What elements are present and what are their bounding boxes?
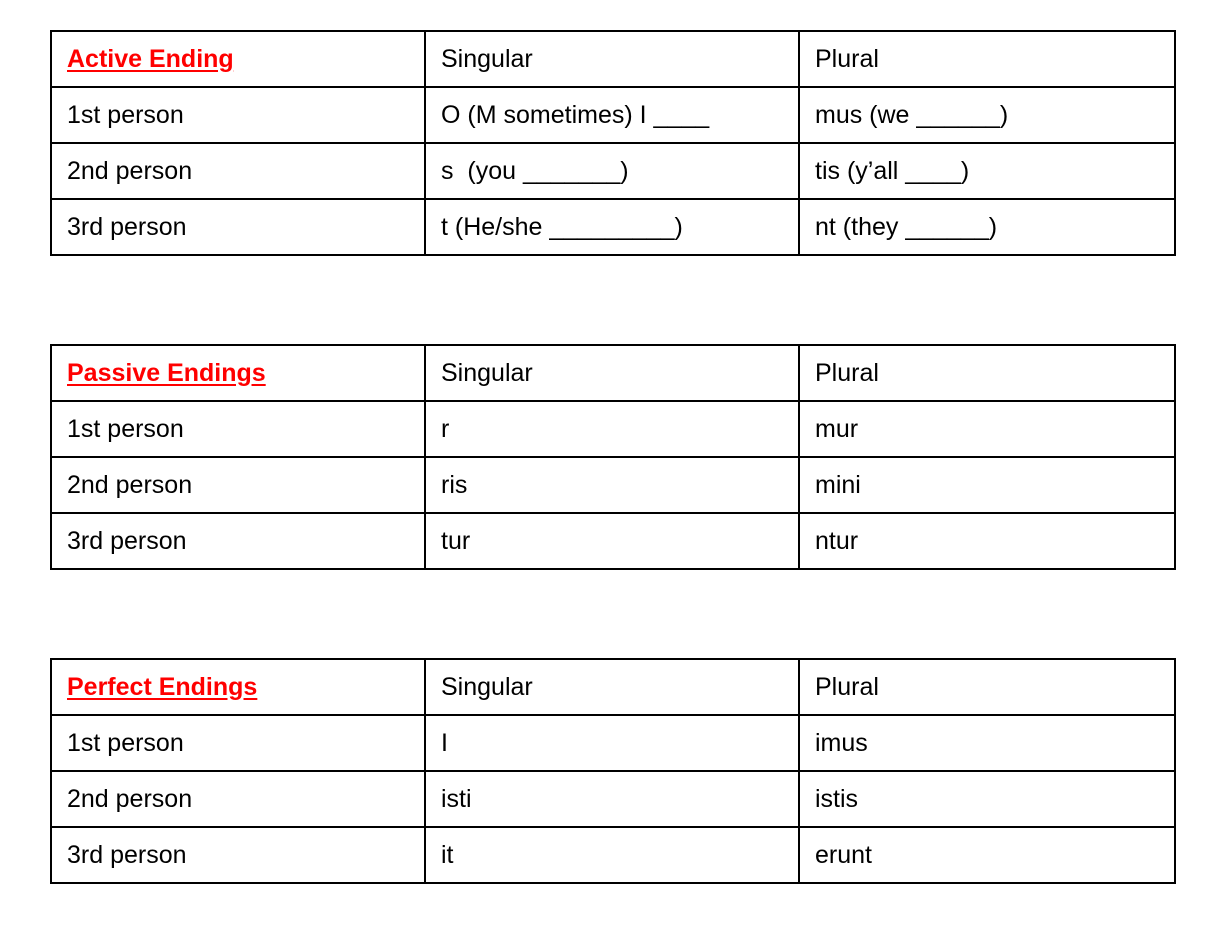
table-row: 2nd person isti istis (50, 770, 1176, 828)
person-cell: 3rd person (50, 826, 426, 884)
person-cell: 1st person (50, 400, 426, 458)
person-cell: 1st person (50, 86, 426, 144)
singular-cell: I (424, 714, 800, 772)
table-title: Passive Endings (67, 358, 266, 387)
singular-cell: it (424, 826, 800, 884)
table-title: Perfect Endings (67, 672, 258, 701)
singular-cell: t (He/she _________) (424, 198, 800, 256)
person-cell: 2nd person (50, 142, 426, 200)
table-row: 3rd person tur ntur (50, 512, 1176, 570)
plural-cell: mur (798, 400, 1176, 458)
plural-cell: tis (y’all ____) (798, 142, 1176, 200)
table-title-cell: Perfect Endings (50, 658, 426, 716)
column-header-plural: Plural (798, 30, 1176, 88)
person-cell: 3rd person (50, 198, 426, 256)
plural-cell: ntur (798, 512, 1176, 570)
table-title: Active Ending (67, 44, 234, 73)
table-row: 3rd person t (He/she _________) nt (they… (50, 198, 1176, 256)
plural-cell: erunt (798, 826, 1176, 884)
table-row: 1st person r mur (50, 400, 1176, 458)
table-row: 2nd person s (you _______) tis (y’all __… (50, 142, 1176, 200)
table-title-cell: Active Ending (50, 30, 426, 88)
column-header-singular: Singular (424, 30, 800, 88)
column-header-plural: Plural (798, 344, 1176, 402)
table-header-row: Active Ending Singular Plural (50, 30, 1176, 88)
table-title-cell: Passive Endings (50, 344, 426, 402)
plural-cell: nt (they ______) (798, 198, 1176, 256)
column-header-plural: Plural (798, 658, 1176, 716)
singular-cell: ris (424, 456, 800, 514)
person-cell: 1st person (50, 714, 426, 772)
singular-cell: tur (424, 512, 800, 570)
plural-cell: mus (we ______) (798, 86, 1176, 144)
singular-cell: O (M sometimes) I ____ (424, 86, 800, 144)
table-row: 3rd person it erunt (50, 826, 1176, 884)
person-cell: 3rd person (50, 512, 426, 570)
singular-cell: s (you _______) (424, 142, 800, 200)
passive-endings-table: Passive Endings Singular Plural 1st pers… (50, 344, 1176, 570)
table-row: 1st person I imus (50, 714, 1176, 772)
person-cell: 2nd person (50, 456, 426, 514)
singular-cell: isti (424, 770, 800, 828)
table-row: 2nd person ris mini (50, 456, 1176, 514)
table-header-row: Perfect Endings Singular Plural (50, 658, 1176, 716)
plural-cell: imus (798, 714, 1176, 772)
column-header-singular: Singular (424, 344, 800, 402)
perfect-endings-table: Perfect Endings Singular Plural 1st pers… (50, 658, 1176, 884)
person-cell: 2nd person (50, 770, 426, 828)
table-header-row: Passive Endings Singular Plural (50, 344, 1176, 402)
plural-cell: mini (798, 456, 1176, 514)
plural-cell: istis (798, 770, 1176, 828)
active-endings-table: Active Ending Singular Plural 1st person… (50, 30, 1176, 256)
singular-cell: r (424, 400, 800, 458)
table-row: 1st person O (M sometimes) I ____ mus (w… (50, 86, 1176, 144)
column-header-singular: Singular (424, 658, 800, 716)
